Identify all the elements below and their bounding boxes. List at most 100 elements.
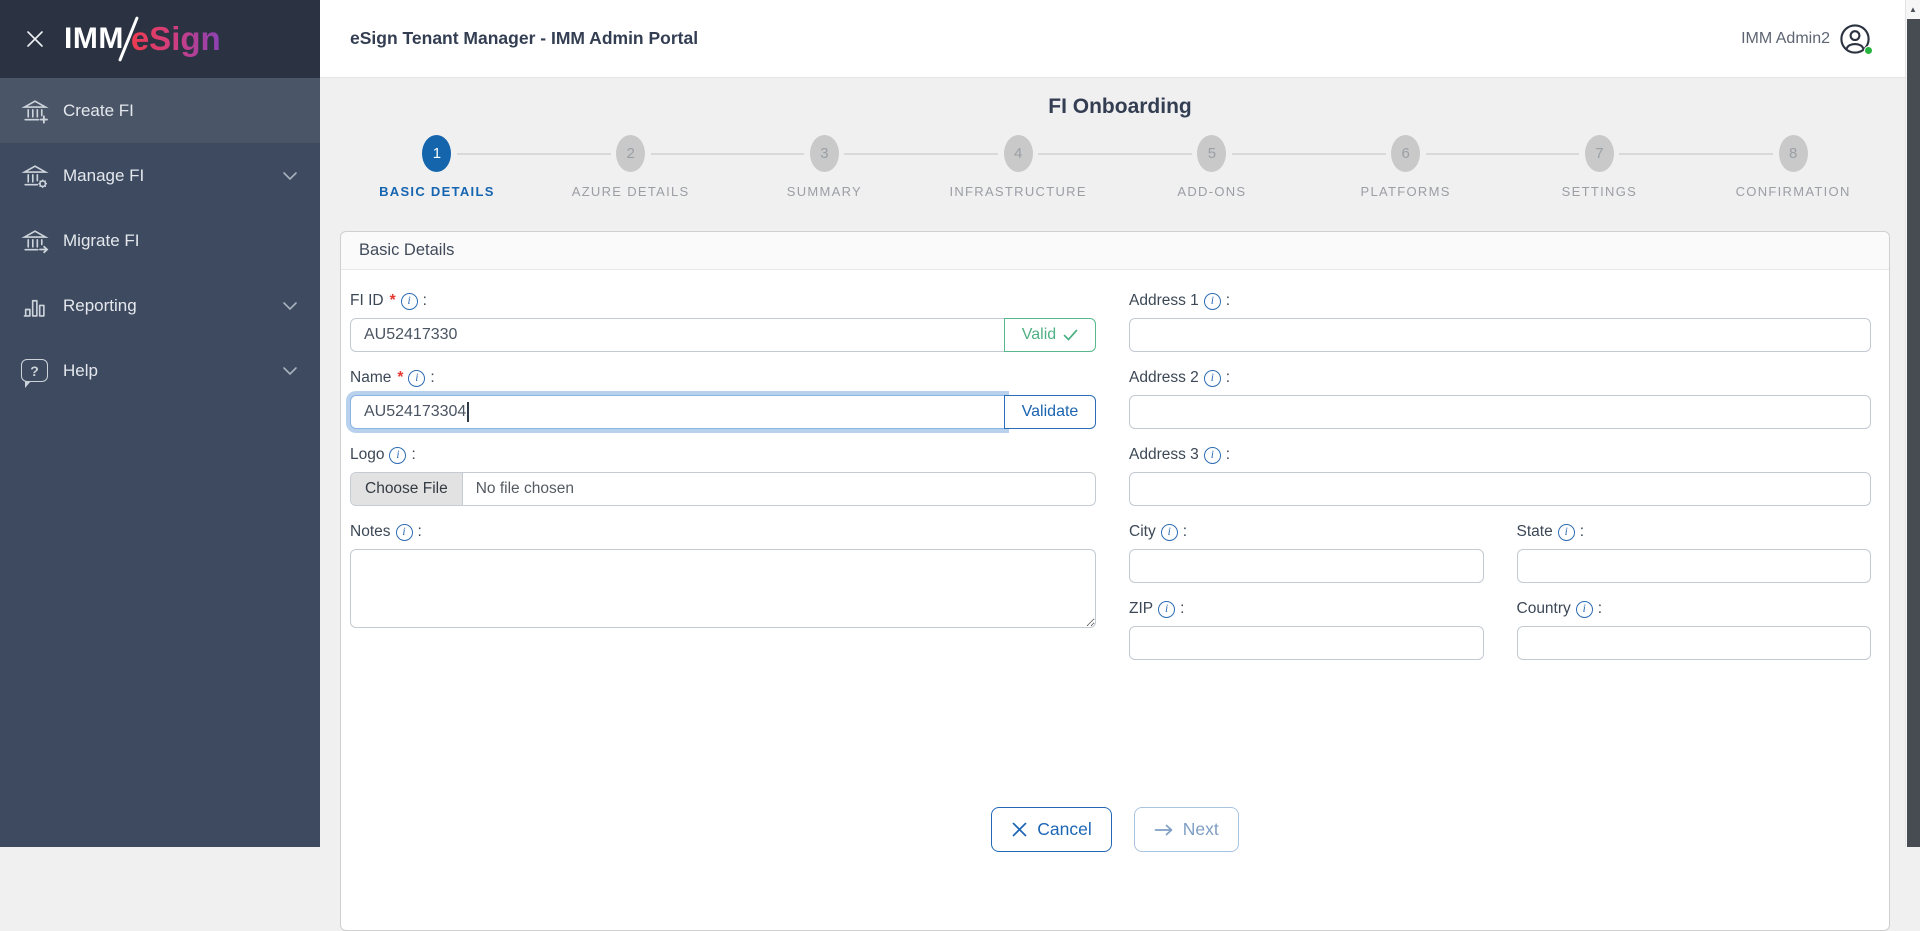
step-azure-details[interactable]: 2 AZURE DETAILS bbox=[534, 135, 728, 199]
label-colon: : bbox=[1226, 446, 1230, 464]
sidebar-logo-bar: IMM eSign bbox=[0, 0, 320, 78]
label-colon: : bbox=[1226, 369, 1230, 387]
form-actions: Cancel Next bbox=[341, 807, 1889, 872]
address3-label: Address 3 bbox=[1129, 446, 1199, 464]
label-colon: : bbox=[1226, 292, 1230, 310]
zip-field-group: ZIP i : bbox=[1129, 600, 1484, 660]
address2-input[interactable] bbox=[1129, 395, 1871, 429]
notes-textarea[interactable] bbox=[350, 549, 1096, 628]
address1-field-group: Address 1 i : bbox=[1129, 292, 1871, 352]
label-colon: : bbox=[1180, 600, 1184, 618]
info-icon[interactable]: i bbox=[408, 370, 425, 387]
next-button[interactable]: Next bbox=[1134, 807, 1239, 852]
scrollbar-up-arrow[interactable]: ▲ bbox=[1906, 0, 1920, 18]
app-logo: IMM eSign bbox=[64, 15, 221, 63]
bank-gear-icon bbox=[21, 162, 63, 190]
info-icon[interactable]: i bbox=[1204, 447, 1221, 464]
info-icon[interactable]: i bbox=[1576, 601, 1593, 618]
state-field-group: State i : bbox=[1517, 523, 1872, 583]
address2-field-group: Address 2 i : bbox=[1129, 369, 1871, 429]
scrollbar-thumb[interactable] bbox=[1907, 19, 1920, 847]
sidebar-item-manage-fi[interactable]: Manage FI bbox=[0, 143, 320, 208]
card-section-title: Basic Details bbox=[341, 232, 1889, 270]
state-label: State bbox=[1517, 523, 1553, 541]
basic-details-card: Basic Details FI ID* i : AU52417330 bbox=[340, 231, 1890, 931]
label-colon: : bbox=[418, 523, 422, 541]
info-icon[interactable]: i bbox=[1158, 601, 1175, 618]
step-label: ADD-ONS bbox=[1177, 184, 1246, 199]
city-input[interactable] bbox=[1129, 549, 1484, 583]
form-left-column: FI ID* i : AU52417330 Valid bbox=[350, 292, 1096, 677]
fi-id-input[interactable]: AU52417330 bbox=[350, 318, 1005, 352]
vertical-scrollbar[interactable]: ▲ bbox=[1905, 0, 1920, 847]
label-colon: : bbox=[411, 446, 415, 464]
close-icon bbox=[1011, 821, 1028, 838]
info-icon[interactable]: i bbox=[1558, 524, 1575, 541]
choose-file-button[interactable]: Choose File bbox=[351, 473, 463, 505]
info-icon[interactable]: i bbox=[401, 293, 418, 310]
sidebar-item-reporting[interactable]: Reporting bbox=[0, 273, 320, 338]
required-mark: * bbox=[390, 292, 396, 310]
user-area[interactable]: IMM Admin2 bbox=[1741, 22, 1872, 56]
valid-badge-button[interactable]: Valid bbox=[1004, 318, 1096, 352]
cancel-button[interactable]: Cancel bbox=[991, 807, 1111, 852]
question-bubble-icon: ? bbox=[21, 359, 63, 382]
step-label: INFRASTRUCTURE bbox=[949, 184, 1086, 199]
label-colon: : bbox=[430, 369, 434, 387]
label-colon: : bbox=[1598, 600, 1602, 618]
sidebar-item-migrate-fi[interactable]: Migrate FI bbox=[0, 208, 320, 273]
logo-file-input[interactable]: Choose File No file chosen bbox=[350, 472, 1096, 506]
info-icon[interactable]: i bbox=[389, 447, 406, 464]
step-label: SETTINGS bbox=[1562, 184, 1637, 199]
top-header: eSign Tenant Manager - IMM Admin Portal … bbox=[320, 0, 1920, 78]
address2-label: Address 2 bbox=[1129, 369, 1199, 387]
notes-field-group: Notes i : bbox=[350, 523, 1096, 633]
step-platforms[interactable]: 6 PLATFORMS bbox=[1309, 135, 1503, 199]
required-mark: * bbox=[397, 369, 403, 387]
step-label: AZURE DETAILS bbox=[572, 184, 690, 199]
bar-chart-icon bbox=[21, 292, 63, 320]
logo-esign-text: eSign bbox=[131, 20, 221, 58]
chevron-down-icon bbox=[282, 361, 298, 381]
close-icon[interactable] bbox=[18, 22, 52, 56]
sidebar-item-label: Reporting bbox=[63, 296, 137, 316]
validate-button[interactable]: Validate bbox=[1004, 395, 1096, 429]
info-icon[interactable]: i bbox=[1204, 293, 1221, 310]
info-icon[interactable]: i bbox=[1204, 370, 1221, 387]
step-summary[interactable]: 3 SUMMARY bbox=[728, 135, 922, 199]
step-confirmation[interactable]: 8 CONFIRMATION bbox=[1696, 135, 1890, 199]
online-status-dot bbox=[1864, 46, 1873, 55]
user-name: IMM Admin2 bbox=[1741, 30, 1830, 48]
label-colon: : bbox=[423, 292, 427, 310]
step-settings[interactable]: 7 SETTINGS bbox=[1503, 135, 1697, 199]
step-basic-details[interactable]: 1 BASIC DETAILS bbox=[340, 135, 534, 199]
file-status-text: No file chosen bbox=[463, 473, 574, 505]
onboarding-title: FI Onboarding bbox=[320, 95, 1920, 119]
address3-input[interactable] bbox=[1129, 472, 1871, 506]
arrow-right-icon bbox=[1154, 823, 1174, 837]
step-infrastructure[interactable]: 4 INFRASTRUCTURE bbox=[921, 135, 1115, 199]
info-icon[interactable]: i bbox=[1161, 524, 1178, 541]
sidebar-item-create-fi[interactable]: Create FI bbox=[0, 78, 320, 143]
form-right-column: Address 1 i : Address 2 i : bbox=[1129, 292, 1871, 677]
zip-input[interactable] bbox=[1129, 626, 1484, 660]
sidebar-item-help[interactable]: ? Help bbox=[0, 338, 320, 403]
step-add-ons[interactable]: 5 ADD-ONS bbox=[1115, 135, 1309, 199]
info-icon[interactable]: i bbox=[396, 524, 413, 541]
step-circle: 7 bbox=[1585, 135, 1614, 172]
address3-field-group: Address 3 i : bbox=[1129, 446, 1871, 506]
name-label: Name bbox=[350, 369, 391, 387]
country-input[interactable] bbox=[1517, 626, 1872, 660]
check-icon bbox=[1063, 329, 1078, 341]
step-label: CONFIRMATION bbox=[1736, 184, 1851, 199]
label-colon: : bbox=[1580, 523, 1584, 541]
address1-input[interactable] bbox=[1129, 318, 1871, 352]
logo-imm-text: IMM bbox=[64, 22, 124, 56]
avatar[interactable] bbox=[1838, 22, 1872, 56]
sidebar-item-label: Manage FI bbox=[63, 166, 144, 186]
bank-plus-icon bbox=[21, 97, 63, 125]
sidebar-item-label: Create FI bbox=[63, 101, 134, 121]
name-input[interactable]: AU524173304 bbox=[350, 395, 1005, 429]
state-input[interactable] bbox=[1517, 549, 1872, 583]
city-field-group: City i : bbox=[1129, 523, 1484, 583]
